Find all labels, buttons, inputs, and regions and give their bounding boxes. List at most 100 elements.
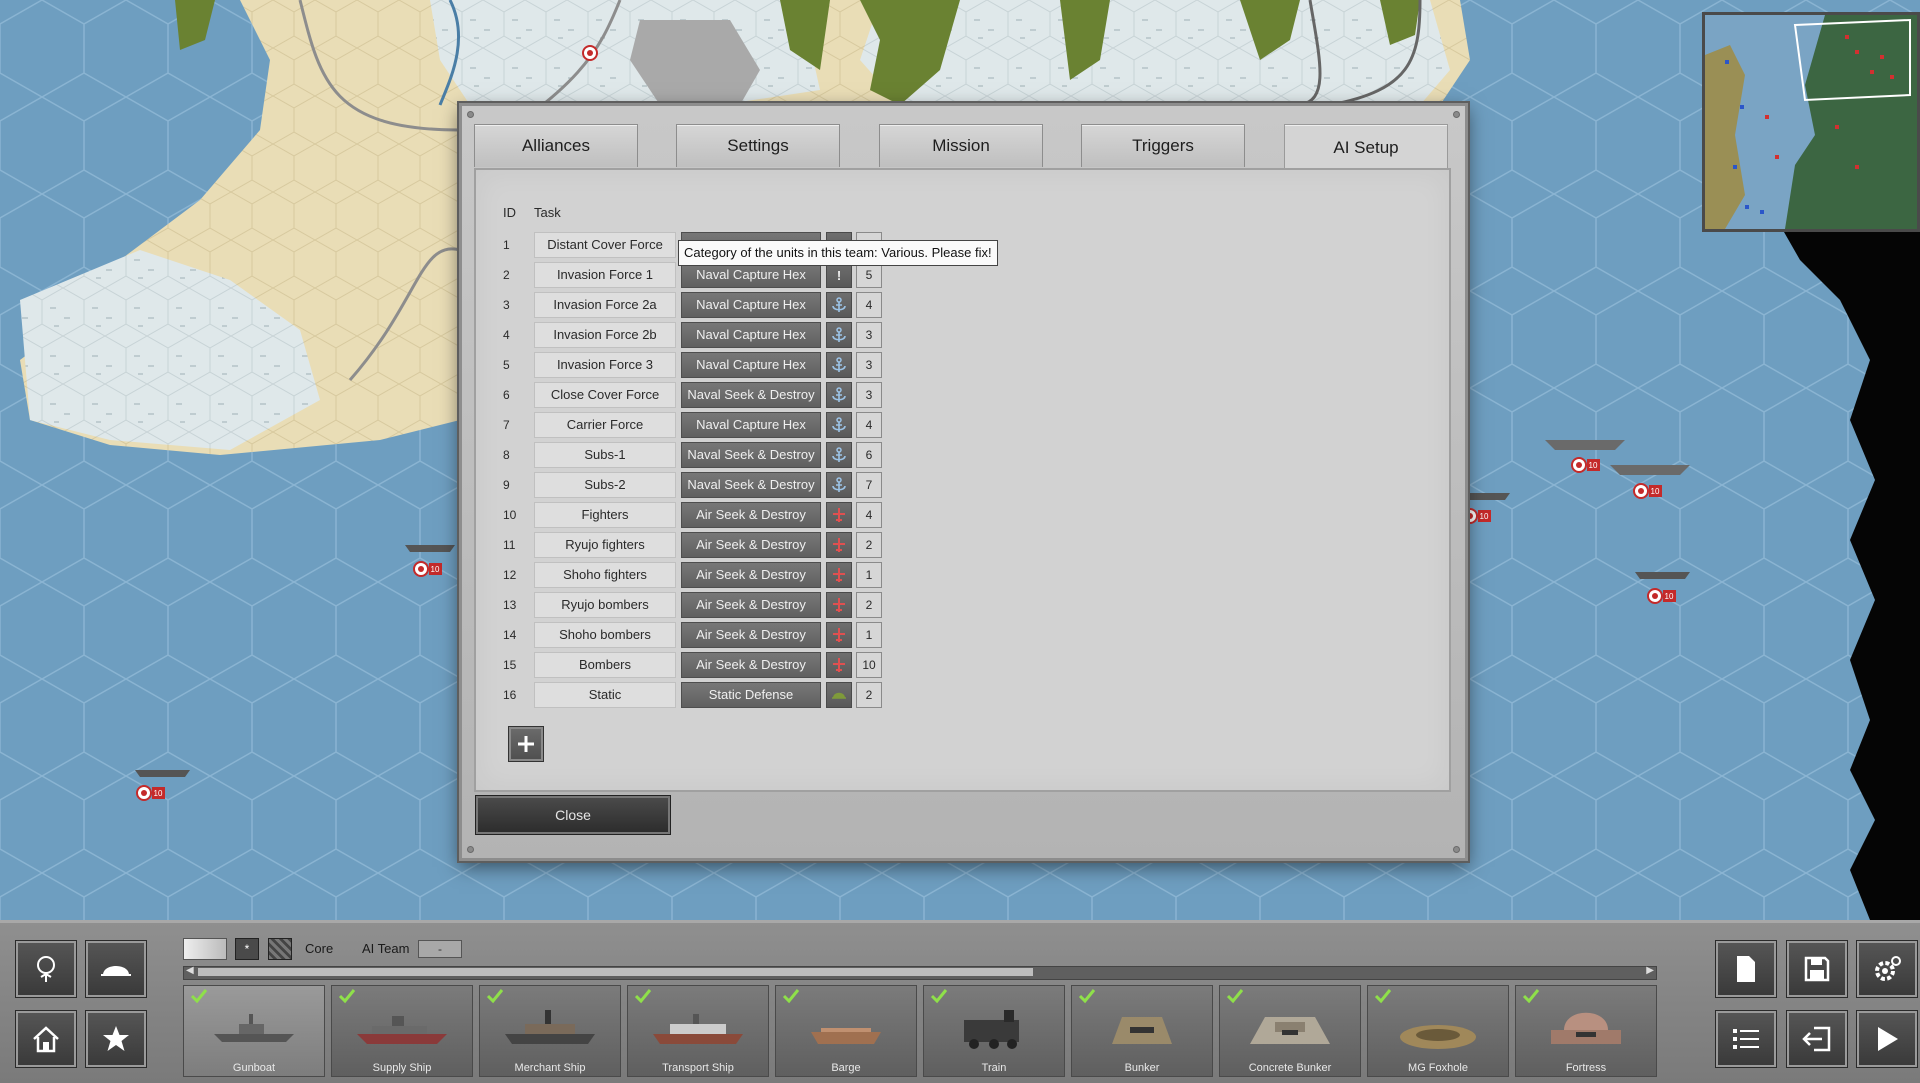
team-task-name[interactable]: Ryujo bombers	[534, 592, 676, 618]
tab-mission[interactable]: Mission	[879, 124, 1043, 167]
asterisk-icon: *	[244, 942, 250, 956]
team-order-select[interactable]: Naval Capture Hex	[681, 412, 821, 438]
team-task-name[interactable]: Invasion Force 3	[534, 352, 676, 378]
close-button[interactable]: Close	[476, 796, 670, 834]
team-category-button[interactable]	[826, 562, 852, 588]
favorites-button[interactable]	[86, 1011, 146, 1067]
team-category-button[interactable]	[826, 442, 852, 468]
team-category-button[interactable]	[826, 652, 852, 678]
save-button[interactable]	[1787, 941, 1847, 997]
team-order-select[interactable]: Naval Capture Hex	[681, 322, 821, 348]
unit-card[interactable]: Train	[923, 985, 1065, 1077]
team-category-button[interactable]	[826, 352, 852, 378]
team-task-name[interactable]: Carrier Force	[534, 412, 676, 438]
team-order-select[interactable]: Air Seek & Destroy	[681, 622, 821, 648]
scroll-thumb[interactable]	[198, 968, 1033, 976]
new-page-button[interactable]	[1716, 941, 1776, 997]
team-task-name[interactable]: Ryujo fighters	[534, 532, 676, 558]
unit-image	[964, 1010, 1019, 1049]
team-task-name[interactable]: Bombers	[534, 652, 676, 678]
team-order-select[interactable]: Air Seek & Destroy	[681, 502, 821, 528]
team-task-name[interactable]: Subs-1	[534, 442, 676, 468]
team-category-button[interactable]	[826, 532, 852, 558]
scroll-right-icon[interactable]: ▶	[1646, 965, 1654, 976]
units-mode-button[interactable]	[86, 941, 146, 997]
unit-name: Train	[981, 1062, 1007, 1074]
tab-triggers[interactable]: Triggers	[1081, 124, 1245, 167]
team-task-name[interactable]: Invasion Force 2a	[534, 292, 676, 318]
minimap[interactable]	[1702, 12, 1920, 232]
unit-card[interactable]: Gunboat	[183, 985, 325, 1077]
team-order-select[interactable]: Air Seek & Destroy	[681, 592, 821, 618]
team-category-button[interactable]	[826, 322, 852, 348]
unit-scrollbar[interactable]: ◀ ▶	[183, 965, 1657, 980]
anchor-icon	[831, 357, 847, 373]
team-task-name[interactable]: Invasion Force 2b	[534, 322, 676, 348]
team-id: 3	[503, 298, 510, 312]
filter-pattern-chip[interactable]	[268, 938, 292, 960]
ai-team-row: 7 Carrier Force Naval Capture Hex 4	[0, 412, 900, 438]
tab-ai-setup[interactable]: AI Setup	[1284, 124, 1448, 171]
team-id: 5	[503, 358, 510, 372]
team-category-button[interactable]	[826, 502, 852, 528]
unit-card[interactable]: Bunker	[1071, 985, 1213, 1077]
team-category-button[interactable]	[826, 622, 852, 648]
team-task-name[interactable]: Distant Cover Force	[534, 232, 676, 258]
team-order-select[interactable]: Air Seek & Destroy	[681, 562, 821, 588]
team-category-button[interactable]	[826, 682, 852, 708]
team-task-name[interactable]: Close Cover Force	[534, 382, 676, 408]
tree-icon	[37, 956, 55, 982]
add-team-button[interactable]	[509, 727, 543, 761]
team-order-select[interactable]: Naval Seek & Destroy	[681, 472, 821, 498]
ai-team-select[interactable]: -	[418, 940, 462, 958]
play-button[interactable]	[1857, 1011, 1917, 1067]
anchor-icon	[831, 447, 847, 463]
filter-white-chip[interactable]	[183, 938, 227, 960]
unit-card[interactable]: Transport Ship	[627, 985, 769, 1077]
team-category-button[interactable]	[826, 412, 852, 438]
settings-button[interactable]	[1857, 941, 1917, 997]
ai-team-row: 10 Fighters Air Seek & Destroy 4	[0, 502, 900, 528]
tab-alliances[interactable]: Alliances	[474, 124, 638, 167]
team-category-button[interactable]	[826, 382, 852, 408]
unit-card[interactable]: Supply Ship	[331, 985, 473, 1077]
team-order-select[interactable]: Static Defense	[681, 682, 821, 708]
scroll-left-icon[interactable]: ◀	[186, 965, 194, 976]
enemy-unit-marker[interactable]	[582, 45, 598, 61]
filter-all-chip[interactable]: *	[235, 938, 259, 960]
team-category-button[interactable]	[826, 292, 852, 318]
terrain-mode-button[interactable]	[16, 941, 76, 997]
team-unit-count: 1	[856, 622, 882, 648]
team-order-select[interactable]: Air Seek & Destroy	[681, 532, 821, 558]
home-button[interactable]	[16, 1011, 76, 1067]
exit-button[interactable]	[1787, 1011, 1847, 1067]
unit-card[interactable]: Merchant Ship	[479, 985, 621, 1077]
svg-text:10: 10	[1651, 487, 1660, 496]
team-category-button[interactable]	[826, 472, 852, 498]
unit-name: Bunker	[1124, 1062, 1160, 1074]
tab-settings[interactable]: Settings	[676, 124, 840, 167]
team-task-name[interactable]: Shoho bombers	[534, 622, 676, 648]
team-task-name[interactable]: Fighters	[534, 502, 676, 528]
unit-card[interactable]: MG Foxhole	[1367, 985, 1509, 1077]
team-task-name[interactable]: Invasion Force 1	[534, 262, 676, 288]
unit-card[interactable]: Fortress	[1515, 985, 1657, 1077]
team-order-select[interactable]: Naval Seek & Destroy	[681, 442, 821, 468]
team-order-select[interactable]: Naval Seek & Destroy	[681, 382, 821, 408]
unit-image	[811, 1028, 881, 1044]
team-task-name[interactable]: Shoho fighters	[534, 562, 676, 588]
play-icon	[1878, 1027, 1898, 1051]
team-order-select[interactable]: Naval Capture Hex	[681, 352, 821, 378]
ai-team-row: 15 Bombers Air Seek & Destroy 10	[0, 652, 900, 678]
team-order-select[interactable]: Naval Capture Hex	[681, 292, 821, 318]
home-icon	[33, 1026, 59, 1053]
ai-team-row: 3 Invasion Force 2a Naval Capture Hex 4	[0, 292, 900, 318]
team-category-button[interactable]	[826, 592, 852, 618]
team-task-name[interactable]: Static	[534, 682, 676, 708]
plane-icon	[831, 597, 847, 613]
team-task-name[interactable]: Subs-2	[534, 472, 676, 498]
list-button[interactable]	[1716, 1011, 1776, 1067]
unit-card[interactable]: Concrete Bunker	[1219, 985, 1361, 1077]
unit-card[interactable]: Barge	[775, 985, 917, 1077]
team-order-select[interactable]: Air Seek & Destroy	[681, 652, 821, 678]
